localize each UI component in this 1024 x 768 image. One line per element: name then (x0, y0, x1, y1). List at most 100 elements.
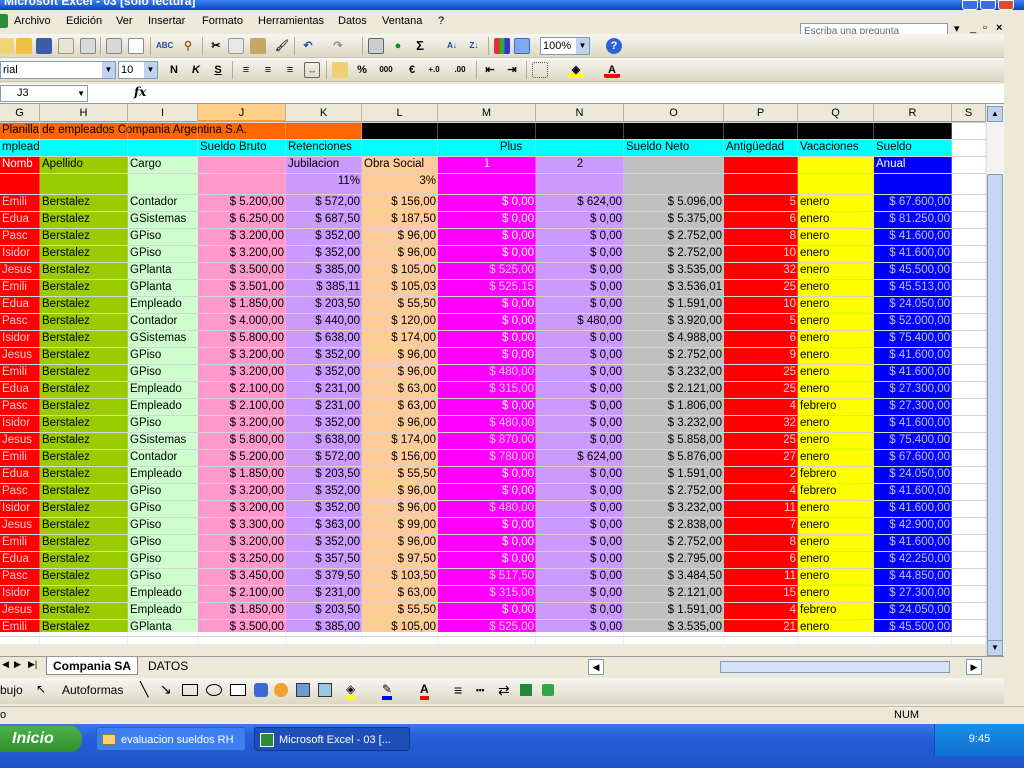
cell-i[interactable]: GPiso (128, 415, 198, 432)
cell-g[interactable]: Jesus (0, 432, 40, 449)
doc-close-icon[interactable]: × (996, 22, 1002, 34)
cell-m[interactable]: $ 0,00 (438, 296, 536, 313)
cell-j[interactable]: $ 6.250,00 (198, 211, 286, 228)
borders-icon[interactable] (532, 62, 548, 78)
cell-n[interactable]: $ 0,00 (536, 347, 624, 364)
cell-h[interactable]: Berstalez (40, 381, 128, 398)
cell-m[interactable]: $ 0,00 (438, 245, 536, 262)
cell-n[interactable]: $ 480,00 (536, 313, 624, 330)
cell-m[interactable]: $ 0,00 (438, 211, 536, 228)
align-right-icon[interactable]: ≡ (282, 62, 298, 78)
cell-m[interactable]: $ 517,50 (438, 568, 536, 585)
cell-k[interactable]: $ 363,00 (286, 517, 362, 534)
cell-o[interactable]: $ 1.591,00 (624, 602, 724, 619)
cell-l[interactable]: $ 103,50 (362, 568, 438, 585)
cell-g[interactable]: Pasc (0, 568, 40, 585)
cell-g[interactable]: Edua (0, 296, 40, 313)
cell-g[interactable]: Pasc (0, 313, 40, 330)
prev-sheet-icon[interactable]: ▶ (14, 659, 21, 670)
save-icon[interactable] (36, 38, 52, 54)
print-icon[interactable] (80, 38, 96, 54)
task-excel[interactable]: Microsoft Excel - 03 [... (254, 727, 410, 751)
cell-q[interactable]: enero (798, 568, 874, 585)
drawing-toggle-icon[interactable] (514, 38, 530, 54)
cell-h[interactable]: Berstalez (40, 279, 128, 296)
cell-n[interactable]: $ 0,00 (536, 228, 624, 245)
cell-r[interactable]: $ 41.600,00 (874, 415, 952, 432)
cell-r[interactable]: $ 41.600,00 (874, 228, 952, 245)
cell-l[interactable]: $ 97,50 (362, 551, 438, 568)
clipart-icon[interactable] (296, 683, 310, 697)
cell-g[interactable]: Pasc (0, 398, 40, 415)
subheader-i[interactable]: Cargo (128, 156, 198, 173)
cell-r[interactable]: $ 52.000,00 (874, 313, 952, 330)
cell-l[interactable]: $ 96,00 (362, 245, 438, 262)
menu-archivo[interactable]: Archivo (14, 15, 51, 27)
cell-m[interactable]: $ 870,00 (438, 432, 536, 449)
cell-o[interactable]: $ 3.232,00 (624, 500, 724, 517)
cell-m[interactable]: $ 0,00 (438, 466, 536, 483)
cell-j[interactable]: $ 5.200,00 (198, 194, 286, 211)
cell-i[interactable]: GPiso (128, 483, 198, 500)
header-o[interactable]: Sueldo Neto (624, 139, 724, 156)
cell-h[interactable]: Berstalez (40, 500, 128, 517)
cell-m[interactable]: $ 315,00 (438, 585, 536, 602)
cell-m[interactable]: $ 0,00 (438, 313, 536, 330)
cell-p[interactable]: 10 (724, 296, 798, 313)
cell-g[interactable]: Edua (0, 466, 40, 483)
autoshapes-menu[interactable]: Autoformas (62, 683, 123, 697)
hyperlink-icon[interactable] (368, 38, 384, 54)
cell-l[interactable]: $ 174,00 (362, 330, 438, 347)
cell-l[interactable]: $ 96,00 (362, 500, 438, 517)
cell-n[interactable]: $ 0,00 (536, 568, 624, 585)
line-color-icon[interactable]: ✎ (382, 682, 393, 700)
cell-k[interactable]: $ 638,00 (286, 432, 362, 449)
cell-q[interactable]: enero (798, 364, 874, 381)
vertical-scrollbar[interactable]: ▲ ▼ (986, 104, 1004, 660)
cell-j[interactable]: $ 5.800,00 (198, 432, 286, 449)
copy-icon[interactable] (228, 38, 244, 54)
cell-o[interactable]: $ 3.535,00 (624, 619, 724, 636)
horizontal-scroll-thumb[interactable] (720, 661, 950, 673)
cell-g[interactable]: Edua (0, 551, 40, 568)
column-header-g[interactable]: G (0, 104, 40, 122)
subheader-h[interactable]: Apellido (40, 156, 128, 173)
close-window-icon[interactable] (998, 0, 1014, 10)
cell-k[interactable]: $ 352,00 (286, 483, 362, 500)
column-header-q[interactable]: Q (798, 104, 874, 122)
cell-r[interactable]: $ 45.513,00 (874, 279, 952, 296)
cell-j[interactable]: $ 5.800,00 (198, 330, 286, 347)
underline-icon[interactable]: S (210, 62, 226, 78)
cell-p[interactable]: 11 (724, 568, 798, 585)
subheader-k[interactable]: Jubilacion (286, 156, 362, 173)
cell-k[interactable]: $ 352,00 (286, 245, 362, 262)
name-box[interactable]: J3 ▼ (0, 85, 88, 102)
euro-icon[interactable]: € (404, 62, 420, 78)
cell-q[interactable]: enero (798, 313, 874, 330)
cell-k[interactable]: $ 687,50 (286, 211, 362, 228)
draw-fill-color-icon[interactable]: ◈ (346, 682, 356, 700)
cell-n[interactable]: $ 0,00 (536, 364, 624, 381)
scroll-thumb[interactable] (987, 174, 1003, 644)
cell-m[interactable]: $ 0,00 (438, 602, 536, 619)
cell-p[interactable]: 4 (724, 398, 798, 415)
print-preview-icon[interactable] (106, 38, 122, 54)
cell-h[interactable]: Berstalez (40, 585, 128, 602)
cell-h[interactable]: Berstalez (40, 330, 128, 347)
cell-g[interactable]: Emili (0, 279, 40, 296)
cell-l[interactable]: $ 156,00 (362, 194, 438, 211)
cell-j[interactable]: $ 1.850,00 (198, 602, 286, 619)
cell-i[interactable]: GPiso (128, 534, 198, 551)
cell-l[interactable]: $ 55,50 (362, 466, 438, 483)
column-header-p[interactable]: P (724, 104, 798, 122)
first-sheet-icon[interactable]: ◀ (2, 659, 9, 670)
cell-h[interactable]: Berstalez (40, 228, 128, 245)
cell-n[interactable]: $ 0,00 (536, 398, 624, 415)
cell-o[interactable]: $ 3.232,00 (624, 415, 724, 432)
chart-wizard-icon[interactable] (494, 38, 510, 54)
cell-l[interactable]: $ 96,00 (362, 347, 438, 364)
cell-l[interactable]: $ 105,03 (362, 279, 438, 296)
cell-q[interactable]: enero (798, 330, 874, 347)
column-header-s[interactable]: S (952, 104, 986, 122)
sort-ascending-icon[interactable]: A↓ (444, 38, 460, 54)
